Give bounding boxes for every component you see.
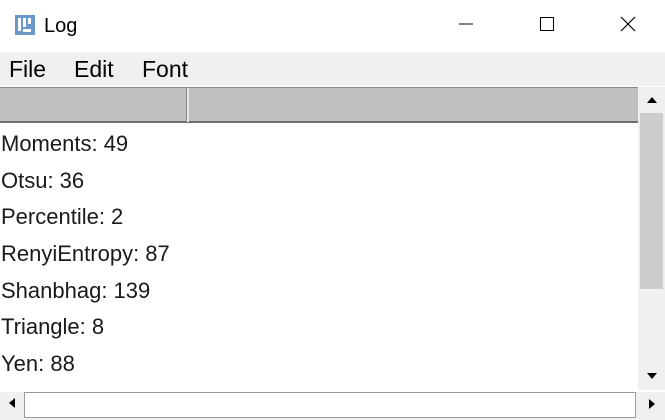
scroll-right-button[interactable] [638, 392, 665, 420]
log-line: RenyiEntropy: 87 [1, 241, 170, 266]
close-button[interactable] [588, 0, 665, 52]
minimize-icon [458, 16, 474, 37]
scroll-up-button[interactable] [638, 87, 665, 113]
log-line: Moments: 49 [1, 131, 129, 156]
horizontal-scroll-thumb[interactable] [24, 392, 636, 418]
horizontal-scrollbar[interactable] [0, 392, 638, 420]
menu-font[interactable]: Font [142, 54, 188, 84]
arrow-down-icon [646, 367, 658, 385]
imagej-icon [13, 13, 37, 37]
window-title: Log [44, 15, 78, 37]
menu-edit[interactable]: Edit [74, 54, 114, 84]
log-line: Triangle: 8 [1, 314, 105, 339]
log-line: Yen: 88 [1, 351, 75, 376]
arrow-left-icon [8, 396, 16, 414]
scroll-down-button[interactable] [638, 363, 665, 389]
arrow-right-icon [648, 397, 656, 415]
minimize-button[interactable] [426, 0, 506, 52]
log-line: Shanbhag: 139 [1, 278, 151, 303]
title-bar[interactable]: Log [0, 0, 665, 52]
arrow-up-icon [646, 91, 658, 109]
log-content[interactable]: Moments: 49 Otsu: 36 Percentile: 2 Renyi… [0, 124, 638, 390]
menu-file[interactable]: File [9, 54, 46, 84]
log-window: Log File Edit Font Moments: 49 Otsu: 36 … [0, 0, 665, 420]
scroll-left-button[interactable] [0, 392, 24, 418]
maximize-button[interactable] [507, 0, 587, 52]
log-line: Percentile: 2 [1, 204, 124, 229]
vertical-scroll-thumb[interactable] [640, 113, 663, 289]
menu-bar: File Edit Font [0, 52, 665, 86]
vertical-scrollbar[interactable] [638, 87, 665, 390]
column-divider[interactable] [186, 88, 189, 122]
table-header[interactable] [0, 87, 638, 123]
maximize-icon [539, 16, 555, 37]
log-line: Otsu: 36 [1, 168, 85, 193]
close-icon [619, 15, 637, 38]
